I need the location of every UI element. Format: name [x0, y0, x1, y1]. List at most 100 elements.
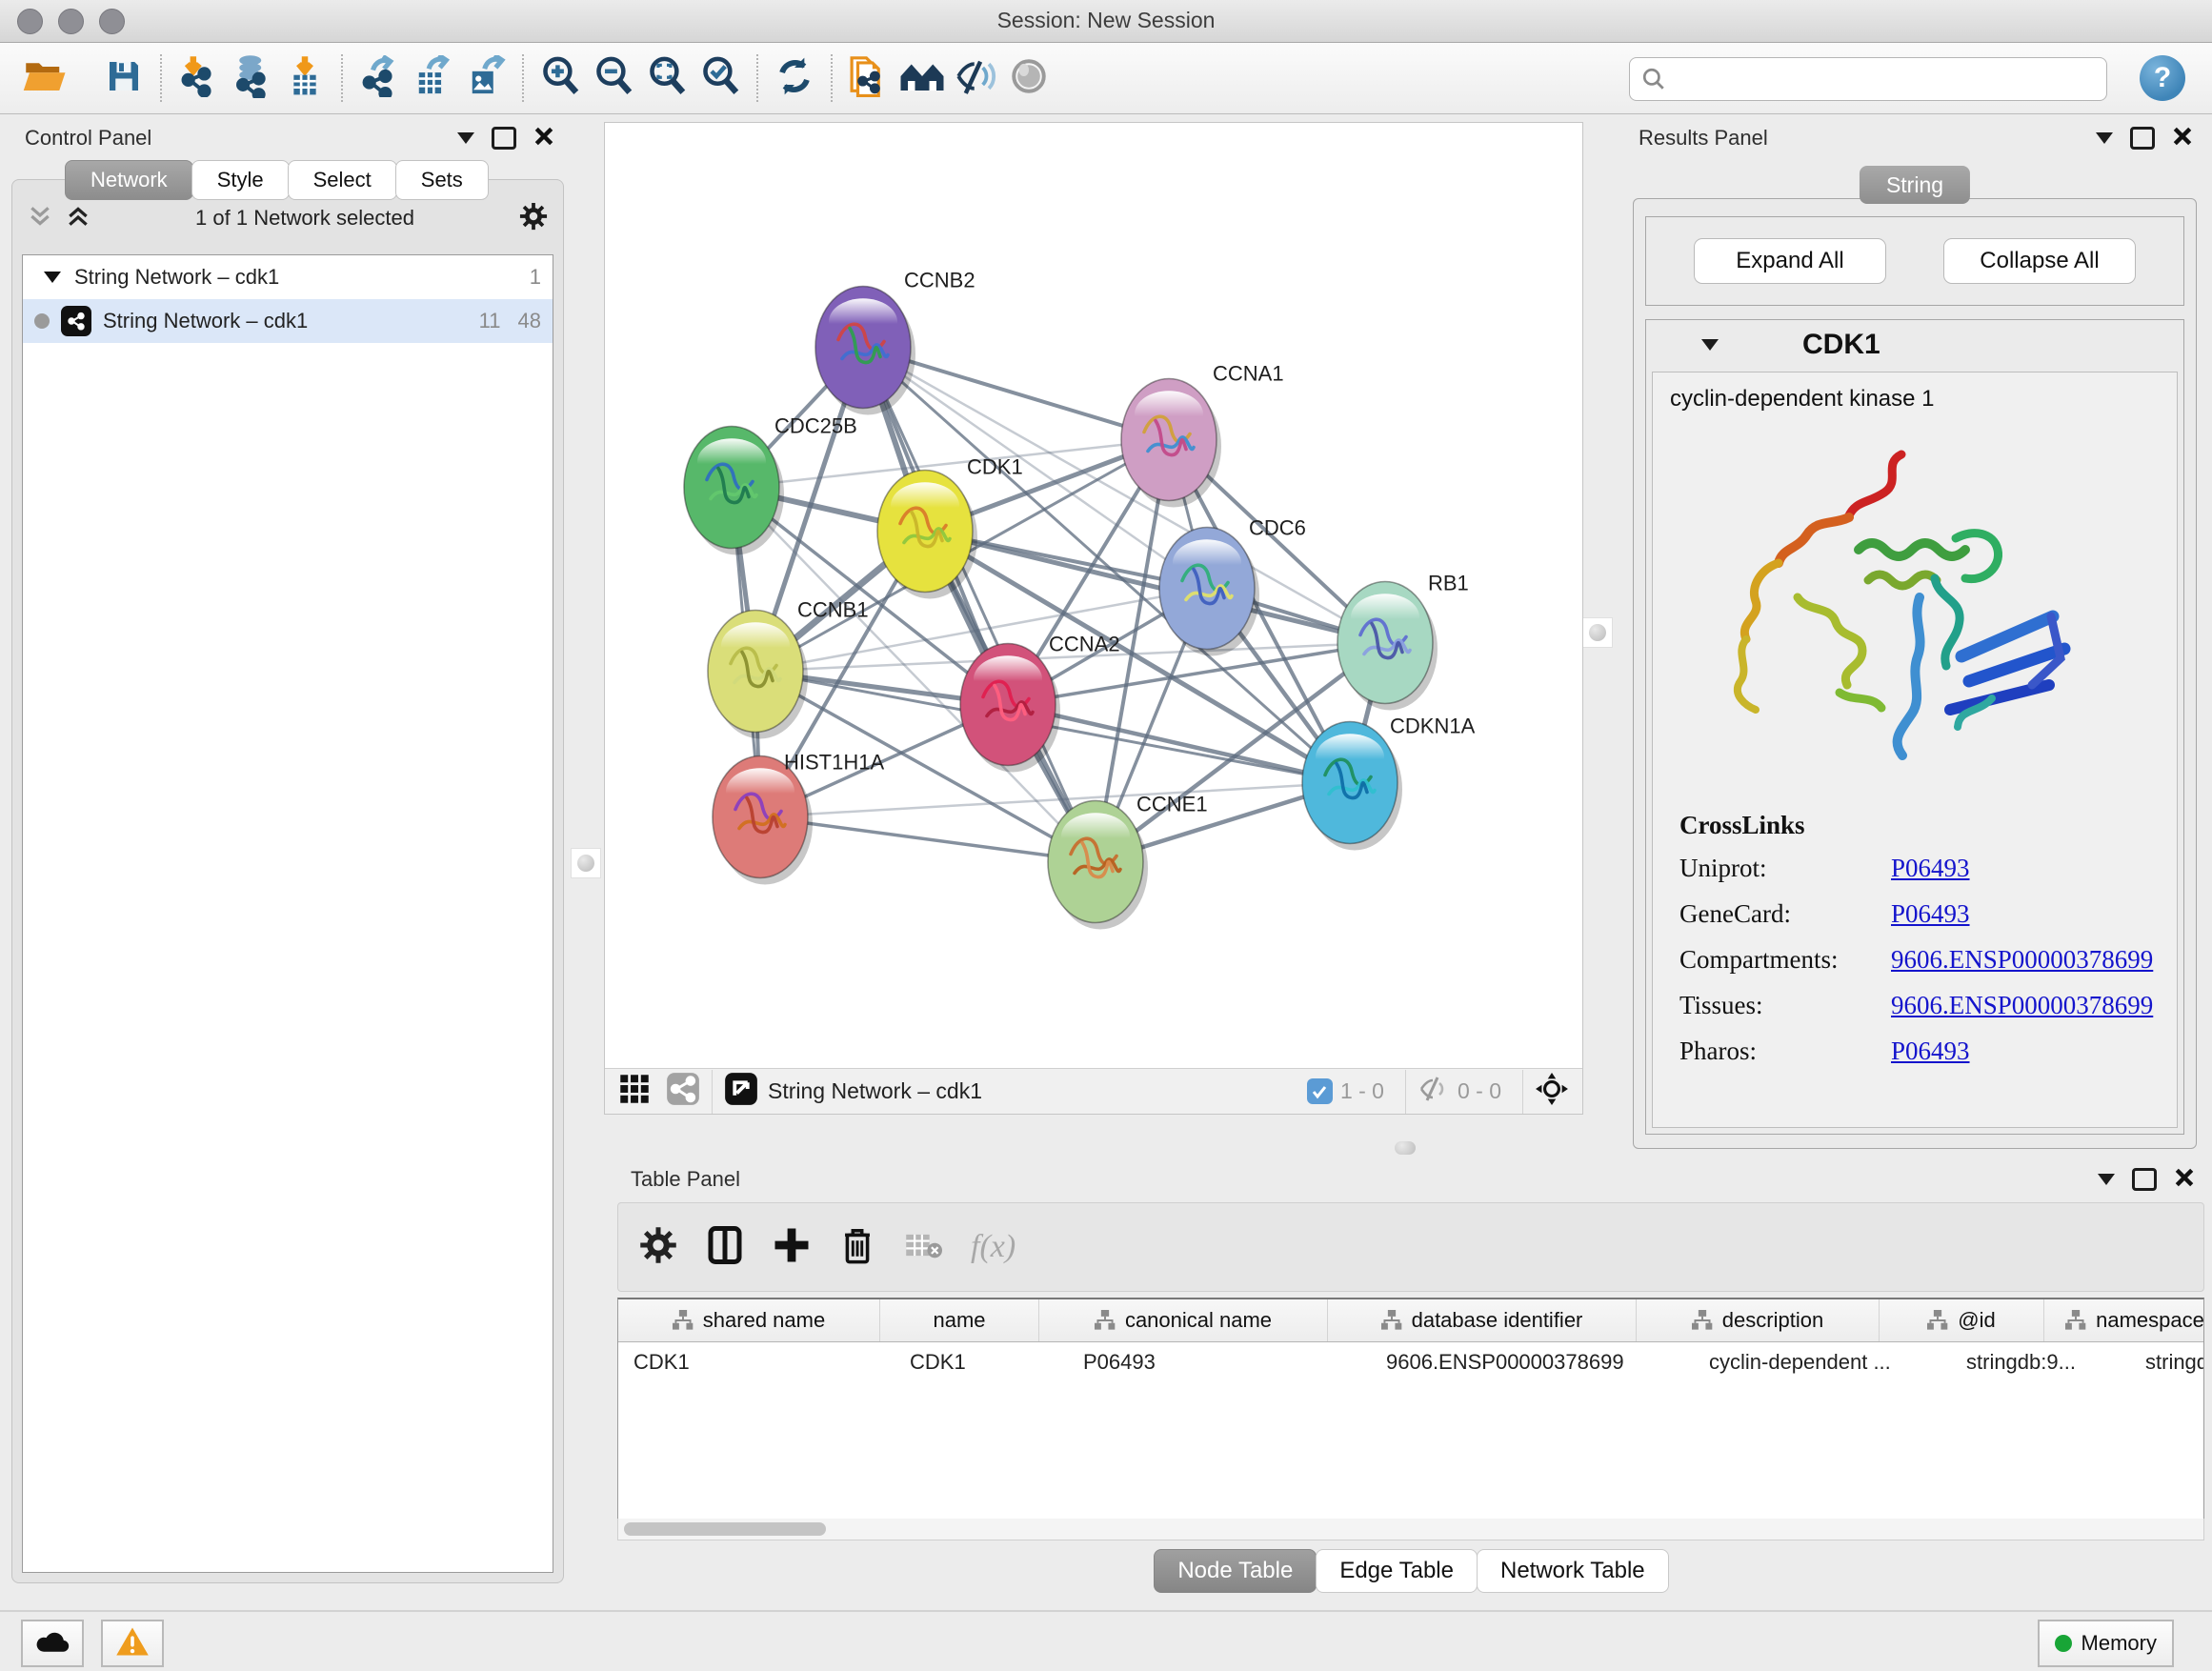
warnings-button[interactable]	[101, 1620, 164, 1667]
tab-style[interactable]: Style	[191, 160, 290, 200]
close-panel-icon[interactable]	[533, 126, 554, 151]
expand-all-button[interactable]: Expand All	[1694, 238, 1886, 284]
hidden-eye-icon	[1418, 1075, 1450, 1108]
gene-section-header[interactable]: CDK1	[1646, 320, 2183, 370]
network-options-gear-icon[interactable]	[519, 202, 548, 235]
grid-view-icon[interactable]	[618, 1073, 651, 1110]
zoom-in-button[interactable]	[533, 50, 587, 106]
network-collection-row[interactable]: String Network – cdk1 1	[23, 255, 553, 299]
tab-network[interactable]: Network	[65, 160, 193, 200]
zoom-selected-button[interactable]	[694, 50, 747, 106]
column-header-canonical-name[interactable]: canonical name	[1039, 1299, 1328, 1341]
column-header-database-identifier[interactable]: database identifier	[1328, 1299, 1637, 1341]
birdseye-view-icon[interactable]	[724, 1072, 758, 1111]
network-canvas[interactable]: CCNB2CCNA1CDC25BCDK1CDC6RB1CCNB1CCNA2CDK…	[605, 123, 1580, 1067]
network-name: String Network – cdk1	[103, 309, 462, 333]
control-panel: Control Panel Network Style Select Sets …	[11, 122, 564, 1583]
selected-checkbox[interactable]	[1307, 1078, 1333, 1104]
column-header-id[interactable]: @id	[1880, 1299, 2044, 1341]
undock-panel-icon[interactable]	[492, 127, 516, 150]
export-image-button[interactable]	[459, 50, 513, 106]
column-header-description[interactable]: description	[1637, 1299, 1880, 1341]
gene-description: cyclin-dependent kinase 1	[1653, 372, 2177, 413]
show-columns-icon[interactable]	[706, 1226, 744, 1269]
tab-select[interactable]: Select	[288, 160, 397, 200]
table-horizontal-scrollbar[interactable]	[617, 1519, 2204, 1540]
import-table-button[interactable]	[278, 50, 332, 106]
collapse-gene-icon[interactable]	[1701, 339, 1719, 351]
hide-panels-button[interactable]	[949, 50, 1002, 106]
tab-sets[interactable]: Sets	[395, 160, 489, 200]
column-header-name[interactable]: name	[880, 1299, 1039, 1341]
delete-column-trash-icon[interactable]	[839, 1226, 875, 1269]
export-table-button[interactable]	[406, 50, 459, 106]
crosslink-link[interactable]: 9606.ENSP00000378699	[1891, 945, 2153, 975]
network-panel-body: 1 of 1 Network selected String Network –…	[11, 179, 564, 1583]
database-import-icon	[230, 54, 273, 103]
memory-button[interactable]: Memory	[2038, 1620, 2174, 1667]
tab-edge-table[interactable]: Edge Table	[1316, 1549, 1478, 1593]
expand-all-networks-icon[interactable]	[66, 204, 90, 233]
network-share-view-icon[interactable]	[666, 1072, 700, 1111]
tab-string[interactable]: String	[1860, 166, 1970, 204]
crosslinks-heading: CrossLinks	[1679, 811, 2153, 840]
crosslink-link[interactable]: P06493	[1891, 854, 1970, 883]
zoom-fit-button[interactable]	[640, 50, 694, 106]
undock-panel-icon[interactable]	[2130, 127, 2155, 150]
cell-description: cyclin-dependent ...	[1694, 1350, 1951, 1375]
toolbar-separator	[522, 54, 524, 102]
cell-database-identifier: 9606.ENSP00000378699	[1371, 1350, 1694, 1375]
float-panel-icon[interactable]	[2096, 132, 2113, 144]
import-network-from-database-button[interactable]	[225, 50, 278, 106]
collapse-collection-icon[interactable]	[44, 272, 61, 283]
import-network-icon	[177, 55, 219, 102]
column-header-namespace[interactable]: namespace	[2044, 1299, 2204, 1341]
column-header-shared-name[interactable]: shared name	[618, 1299, 880, 1341]
left-splitter-handle[interactable]	[571, 848, 601, 878]
tab-node-table[interactable]: Node Table	[1154, 1549, 1317, 1593]
selected-node-edge-count: 1 - 0	[1340, 1078, 1384, 1104]
zoom-out-button[interactable]	[587, 50, 640, 106]
table-row[interactable]: CDK1 CDK1 P06493 9606.ENSP00000378699 cy…	[618, 1342, 2203, 1382]
search-input[interactable]	[1666, 58, 2106, 100]
export-network-button[interactable]	[352, 50, 406, 106]
crosslink-link[interactable]: P06493	[1891, 1037, 1970, 1066]
help-button[interactable]: ?	[2140, 55, 2185, 101]
presentation-mode-button[interactable]	[1002, 50, 1056, 106]
network-tree: String Network – cdk1 1 String Network –…	[22, 254, 553, 1573]
fit-selected-crosshair-icon[interactable]	[1535, 1072, 1569, 1111]
collection-name: String Network – cdk1	[74, 265, 513, 290]
memory-label: Memory	[2081, 1631, 2157, 1656]
node-count: 11	[479, 309, 501, 333]
collapse-all-networks-icon[interactable]	[28, 204, 52, 233]
network-row[interactable]: String Network – cdk1 11 48	[23, 299, 553, 343]
close-panel-icon[interactable]	[2172, 126, 2193, 151]
tab-network-table[interactable]: Network Table	[1477, 1549, 1669, 1593]
crosslink-link[interactable]: 9606.ENSP00000378699	[1891, 991, 2153, 1020]
close-panel-icon[interactable]	[2174, 1167, 2195, 1193]
collapse-all-button[interactable]: Collapse All	[1943, 238, 2136, 284]
cell-id: stringdb:9...	[1951, 1350, 2130, 1375]
cloud-status-button[interactable]	[21, 1620, 84, 1667]
cell-namespace: stringdb	[2130, 1350, 2204, 1375]
add-column-icon[interactable]	[773, 1226, 811, 1269]
home-button[interactable]	[895, 50, 949, 106]
function-builder-icon: f(x)	[971, 1229, 1016, 1265]
refresh-view-button[interactable]	[768, 50, 821, 106]
right-splitter-handle[interactable]	[1582, 617, 1613, 648]
scrollbar-thumb[interactable]	[624, 1522, 826, 1536]
crosslink-link[interactable]: P06493	[1891, 899, 1970, 929]
float-panel-icon[interactable]	[457, 132, 474, 144]
string-protein-query-button[interactable]	[842, 50, 895, 106]
open-session-button[interactable]	[17, 50, 70, 106]
node-label-CDK1: CDK1	[967, 455, 1023, 479]
import-network-file-button[interactable]	[171, 50, 225, 106]
undock-panel-icon[interactable]	[2132, 1168, 2157, 1191]
save-session-button[interactable]	[97, 50, 151, 106]
table-settings-gear-icon[interactable]	[639, 1226, 677, 1269]
save-icon	[105, 57, 143, 100]
table-panel-title: Table Panel	[631, 1167, 740, 1192]
string-document-icon	[847, 54, 891, 103]
float-panel-icon[interactable]	[2098, 1174, 2115, 1185]
horizontal-splitter-handle[interactable]	[1395, 1141, 1416, 1155]
